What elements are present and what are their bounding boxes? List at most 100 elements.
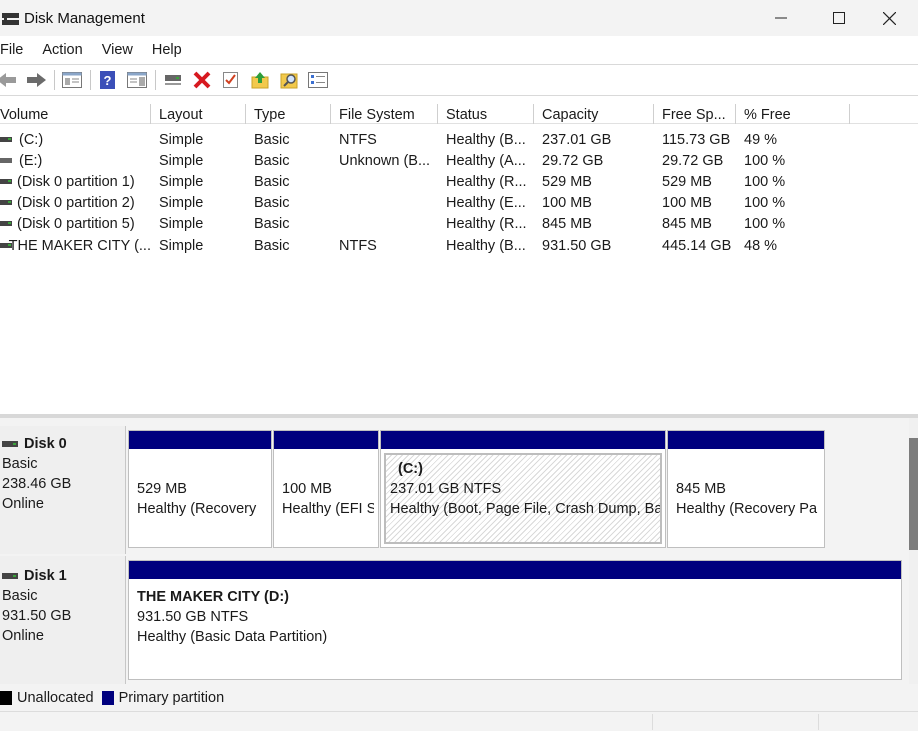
table-row[interactable]: (Disk 0 partition 2) Simple Basic Health… xyxy=(0,193,918,214)
file-system-cell: NTFS xyxy=(339,131,377,148)
free-space-cell: 100 MB xyxy=(662,195,712,212)
legend-unallocated: Unallocated xyxy=(17,690,94,706)
import-button[interactable] xyxy=(249,69,271,91)
status-cell: Healthy (A... xyxy=(446,152,526,169)
status-cell: Healthy (B... xyxy=(446,131,526,148)
close-button[interactable] xyxy=(860,0,918,36)
menu-help[interactable]: Help xyxy=(152,42,192,58)
scrollbar-thumb[interactable] xyxy=(909,438,918,550)
back-button[interactable] xyxy=(0,69,18,91)
percent-free-cell: 100 % xyxy=(744,173,786,190)
percent-free-cell: 49 % xyxy=(744,131,778,148)
column-header-volume[interactable]: Volume xyxy=(0,104,151,124)
list-button[interactable] xyxy=(307,69,329,91)
primary-partition-bar xyxy=(668,431,824,449)
menu-bar: File Action View Help xyxy=(0,36,918,64)
partition-title xyxy=(137,459,263,479)
column-header-file-system[interactable]: File System xyxy=(331,104,438,124)
properties-pane-button[interactable] xyxy=(126,69,148,91)
partition-body: 100 MB Healthy (EFI S xyxy=(278,457,374,543)
column-header-status[interactable]: Status xyxy=(438,104,534,124)
type-cell: Basic xyxy=(254,131,290,148)
layout-cell: Simple xyxy=(159,216,204,233)
table-row[interactable]: (C:) Simple Basic NTFS Healthy (B... 237… xyxy=(0,129,918,150)
column-header-type[interactable]: Type xyxy=(246,104,331,124)
connect-icon xyxy=(165,75,181,85)
volume-icon xyxy=(0,200,13,206)
free-space-cell: 29.72 GB xyxy=(662,152,724,169)
disk-1-name: Disk 1 xyxy=(2,566,125,586)
disk-0-partition-2[interactable]: 100 MB Healthy (EFI S xyxy=(273,430,379,548)
type-cell: Basic xyxy=(254,216,290,233)
capacity-cell: 29.72 GB xyxy=(542,152,604,169)
disk-0-label[interactable]: Disk 0 Basic 238.46 GB Online xyxy=(0,426,126,554)
primary-partition-bar xyxy=(274,431,378,449)
disk-icon xyxy=(2,441,18,447)
minimize-button[interactable] xyxy=(752,0,810,36)
status-cell: Healthy (R... xyxy=(446,216,527,233)
menu-action[interactable]: Action xyxy=(42,42,92,58)
table-row[interactable]: (Disk 0 partition 1) Simple Basic Health… xyxy=(0,171,918,192)
disk-0-partition-5[interactable]: 845 MB Healthy (Recovery Pa xyxy=(667,430,825,548)
volume-cell: (Disk 0 partition 2) xyxy=(0,195,151,211)
type-cell: Basic xyxy=(254,237,290,254)
help-button[interactable]: ? xyxy=(97,69,119,91)
connect-button[interactable] xyxy=(162,69,184,91)
legend-primary-partition: Primary partition xyxy=(118,690,225,706)
capacity-cell: 100 MB xyxy=(542,195,592,212)
disk-0-partition-c[interactable]: (C:) 237.01 GB NTFS Healthy (Boot, Page … xyxy=(380,430,666,548)
disk-0-status: Online xyxy=(2,496,44,512)
partition-body: 845 MB Healthy (Recovery Pa xyxy=(672,457,820,543)
volume-icon xyxy=(0,242,12,249)
table-row[interactable]: (E:) Simple Basic Unknown (B... Healthy … xyxy=(0,150,918,171)
disk-1-label[interactable]: Disk 1 Basic 931.50 GB Online xyxy=(0,556,126,684)
delete-button[interactable] xyxy=(191,69,213,91)
volume-cell: (E:) xyxy=(0,153,151,169)
disk-0-size: 238.46 GB xyxy=(2,476,72,492)
capacity-cell: 845 MB xyxy=(542,216,592,233)
file-system-cell: NTFS xyxy=(339,237,377,254)
disk-1-size: 931.50 GB xyxy=(2,608,72,624)
search-icon xyxy=(280,73,298,89)
partition-status: Healthy (Basic Data Partition) xyxy=(137,629,328,645)
free-space-cell: 445.14 GB xyxy=(662,237,732,254)
legend: Unallocated Primary partition xyxy=(0,686,918,710)
volume-cell: (Disk 0 partition 5) xyxy=(0,216,151,232)
list-icon xyxy=(308,72,328,88)
toolbar-separator xyxy=(155,70,156,90)
menu-file[interactable]: File xyxy=(0,42,33,58)
type-cell: Basic xyxy=(254,152,290,169)
volume-cell: (Disk 0 partition 1) xyxy=(0,174,151,190)
partition-status: Healthy (EFI S xyxy=(282,501,374,517)
disk-1-partition-d[interactable]: THE MAKER CITY (D:) 931.50 GB NTFS Healt… xyxy=(128,560,902,680)
percent-free-cell: 48 % xyxy=(744,237,778,254)
forward-button[interactable] xyxy=(25,69,47,91)
free-space-cell: 845 MB xyxy=(662,216,712,233)
layout-cell: Simple xyxy=(159,237,204,254)
check-button[interactable] xyxy=(220,69,242,91)
table-row[interactable]: (Disk 0 partition 5) Simple Basic Health… xyxy=(0,214,918,235)
primary-partition-bar xyxy=(129,561,901,579)
column-header-layout[interactable]: Layout xyxy=(151,104,246,124)
disk-0-name: Disk 0 xyxy=(2,434,125,454)
volume-rows: (C:) Simple Basic NTFS Healthy (B... 237… xyxy=(0,129,918,256)
disk-pane-scrollbar[interactable] xyxy=(909,418,918,684)
partition-size: 931.50 GB NTFS xyxy=(137,609,249,625)
partition-title: THE MAKER CITY (D:) xyxy=(137,589,289,605)
column-header-free-space[interactable]: Free Sp... xyxy=(654,104,736,124)
show-hide-console-tree-button[interactable] xyxy=(61,69,83,91)
primary-partition-bar xyxy=(381,431,665,449)
table-row[interactable]: THE MAKER CITY (... Simple Basic NTFS He… xyxy=(0,235,918,256)
file-system-cell: Unknown (B... xyxy=(339,152,431,169)
menu-view[interactable]: View xyxy=(102,42,143,58)
volume-icon xyxy=(0,178,13,185)
disk-0-partition-1[interactable]: 529 MB Healthy (Recovery xyxy=(128,430,272,548)
search-button[interactable] xyxy=(278,69,300,91)
column-header-percent-free[interactable]: % Free xyxy=(736,104,850,124)
column-header-capacity[interactable]: Capacity xyxy=(534,104,654,124)
delete-icon xyxy=(193,71,211,89)
partition-status: Healthy (Boot, Page File, Crash Dump, Ba xyxy=(390,501,662,517)
volume-list: Volume Layout Type File System Status Ca… xyxy=(0,96,918,414)
volume-cell: THE MAKER CITY (... xyxy=(0,238,151,254)
status-cell: Healthy (R... xyxy=(446,173,527,190)
